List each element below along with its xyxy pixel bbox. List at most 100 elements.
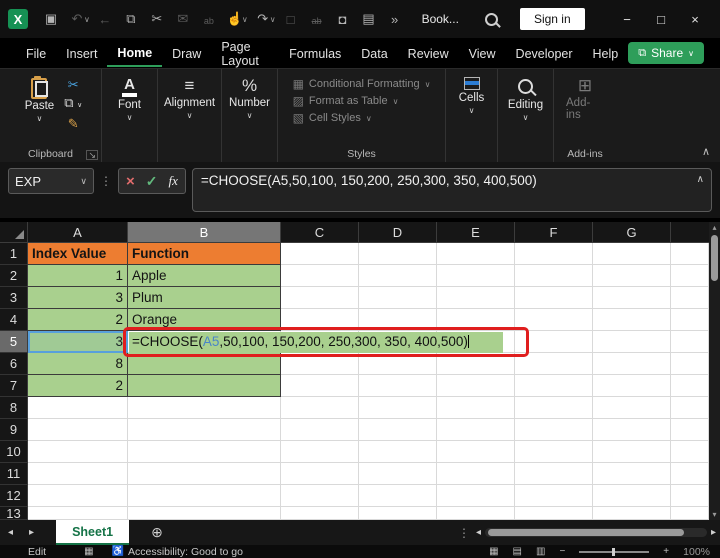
cell[interactable] — [281, 485, 359, 507]
save-icon[interactable]: ▣ — [38, 11, 64, 27]
column-header-partial[interactable] — [671, 222, 709, 243]
cell[interactable] — [359, 243, 437, 265]
cell-b7[interactable] — [128, 375, 281, 397]
cell[interactable] — [28, 441, 128, 463]
cell[interactable] — [515, 353, 593, 375]
row-header[interactable]: 4 — [0, 309, 28, 331]
cell[interactable] — [671, 287, 709, 309]
tab-home[interactable]: Home — [107, 40, 163, 67]
minimize-button[interactable]: − — [610, 12, 644, 27]
cell[interactable] — [281, 287, 359, 309]
tab-formulas[interactable]: Formulas — [279, 41, 351, 66]
row-header[interactable]: 11 — [0, 463, 28, 485]
cell[interactable] — [128, 507, 281, 520]
cell[interactable] — [593, 243, 671, 265]
cell[interactable] — [593, 287, 671, 309]
cell[interactable] — [593, 265, 671, 287]
row-header[interactable]: 1 — [0, 243, 28, 265]
tab-draw[interactable]: Draw — [162, 41, 211, 66]
column-header-g[interactable]: G — [593, 222, 671, 243]
lookup-icon[interactable]: ▤ — [356, 11, 382, 27]
cell[interactable] — [437, 463, 515, 485]
cut-button[interactable]: ✂ — [64, 77, 82, 92]
scroll-left-icon[interactable]: ◂ — [476, 527, 481, 538]
column-header-f[interactable]: F — [515, 222, 593, 243]
cell[interactable] — [671, 419, 709, 441]
cell[interactable] — [593, 463, 671, 485]
cell[interactable] — [671, 375, 709, 397]
cell[interactable] — [359, 397, 437, 419]
paste-button[interactable]: Paste ∨ — [19, 75, 60, 125]
row-header[interactable]: 8 — [0, 397, 28, 419]
mail-icon[interactable]: ✉ — [170, 11, 196, 27]
search-icon[interactable] — [484, 12, 498, 26]
back-icon[interactable]: ← — [92, 12, 118, 27]
cell[interactable] — [515, 243, 593, 265]
vertical-scrollbar[interactable]: ▴ ▾ — [709, 222, 720, 520]
cell-b2[interactable]: Apple — [128, 265, 281, 287]
addins-button[interactable]: ⊞ Add-ins — [560, 75, 610, 123]
horizontal-scroll-thumb[interactable] — [487, 529, 684, 536]
camera-icon[interactable]: ◘ — [330, 12, 356, 27]
cell-a2[interactable]: 1 — [28, 265, 128, 287]
tab-file[interactable]: File — [16, 41, 56, 66]
tab-page-layout[interactable]: Page Layout — [211, 34, 279, 73]
cell[interactable] — [359, 419, 437, 441]
macro-record-icon[interactable]: ▦ — [84, 546, 93, 557]
row-header[interactable]: 2 — [0, 265, 28, 287]
cell[interactable] — [437, 397, 515, 419]
cancel-button[interactable]: × — [126, 173, 135, 190]
cell-a3[interactable]: 3 — [28, 287, 128, 309]
tab-view[interactable]: View — [459, 41, 506, 66]
cell[interactable] — [671, 507, 709, 520]
alignment-button[interactable]: ≡ Alignment ∨ — [158, 75, 221, 122]
cell[interactable] — [593, 485, 671, 507]
cell[interactable] — [515, 507, 593, 520]
cell[interactable] — [281, 243, 359, 265]
column-header-a[interactable]: A — [28, 222, 128, 243]
column-header-b[interactable]: B — [128, 222, 281, 243]
cell[interactable] — [593, 397, 671, 419]
cell[interactable] — [359, 375, 437, 397]
cell[interactable] — [128, 397, 281, 419]
cell[interactable] — [437, 507, 515, 520]
font-button[interactable]: A Font ∨ — [112, 75, 147, 124]
scroll-down-icon[interactable]: ▾ — [712, 509, 716, 520]
row-header[interactable]: 12 — [0, 485, 28, 507]
view-page-layout-icon[interactable]: ▤ — [513, 546, 522, 557]
cell[interactable] — [671, 441, 709, 463]
format-as-table-button[interactable]: ▨ Format as Table ∨ — [293, 94, 431, 108]
cell[interactable] — [437, 265, 515, 287]
view-normal-icon[interactable]: ▦ — [489, 546, 498, 557]
new-sheet-button[interactable]: ⊕ — [139, 520, 175, 545]
cell[interactable] — [281, 375, 359, 397]
cell[interactable] — [281, 507, 359, 520]
cell[interactable] — [515, 287, 593, 309]
cell[interactable] — [515, 485, 593, 507]
cell[interactable] — [515, 441, 593, 463]
cell-b1[interactable]: Function — [128, 243, 281, 265]
drag-handle-icon[interactable]: ⋮ — [100, 168, 112, 194]
cell[interactable] — [437, 441, 515, 463]
cell-b3[interactable]: Plum — [128, 287, 281, 309]
excel-logo-icon[interactable]: X — [8, 9, 28, 29]
sheet-tab-sheet1[interactable]: Sheet1 — [56, 520, 130, 545]
cell[interactable] — [437, 243, 515, 265]
cell-a4[interactable]: 2 — [28, 309, 128, 331]
cell[interactable] — [359, 441, 437, 463]
number-button[interactable]: % Number ∨ — [223, 75, 276, 122]
vertical-scroll-thumb[interactable] — [711, 235, 718, 281]
cell[interactable] — [515, 463, 593, 485]
cell[interactable] — [593, 375, 671, 397]
row-header[interactable]: 13 — [0, 507, 28, 520]
cell[interactable] — [28, 419, 128, 441]
cell[interactable] — [28, 463, 128, 485]
cell[interactable] — [515, 419, 593, 441]
cell[interactable] — [515, 265, 593, 287]
tab-bar-dots-icon[interactable]: ⋮ — [452, 520, 476, 545]
zoom-slider-thumb[interactable] — [612, 547, 616, 556]
cell[interactable] — [671, 309, 709, 331]
cell[interactable] — [437, 287, 515, 309]
cell[interactable] — [671, 243, 709, 265]
spelling-icon[interactable]: ab — [196, 12, 222, 27]
